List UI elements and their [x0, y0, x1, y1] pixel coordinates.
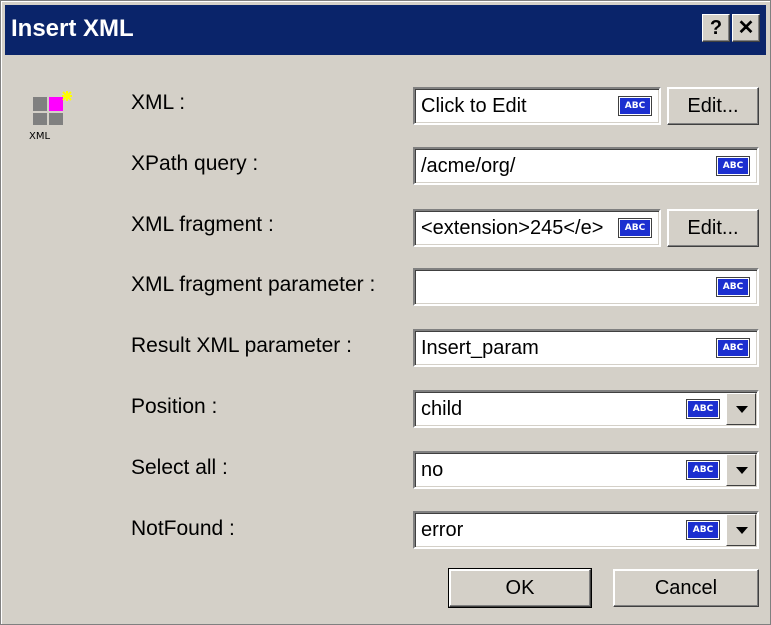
abc-icon[interactable]: ABC: [618, 218, 652, 238]
abc-icon[interactable]: ABC: [686, 520, 720, 540]
abc-icon[interactable]: ABC: [686, 399, 720, 419]
position-label: Position :: [131, 395, 218, 418]
xml-fragment-parameter-field[interactable]: ABC: [413, 268, 759, 306]
xml-fragment-value: <extension>245</e>: [421, 217, 604, 239]
xpath-query-value: /acme/org/: [421, 155, 516, 177]
title-bar[interactable]: Insert XML ? ✕: [5, 5, 766, 55]
xpath-query-field[interactable]: /acme/org/ ABC: [413, 147, 759, 185]
abc-icon[interactable]: ABC: [716, 338, 750, 358]
xml-fragment-edit-button[interactable]: Edit...: [667, 209, 759, 247]
abc-icon[interactable]: ABC: [686, 460, 720, 480]
xml-icon: XML: [29, 91, 72, 142]
close-button[interactable]: ✕: [732, 14, 760, 42]
chevron-down-icon[interactable]: [726, 514, 756, 546]
chevron-down-icon[interactable]: [726, 454, 756, 486]
abc-icon[interactable]: ABC: [618, 96, 652, 116]
not-found-select[interactable]: error ABC: [413, 511, 759, 549]
xml-field-value: Click to Edit: [421, 95, 527, 117]
xml-icon-caption: XML: [29, 131, 50, 142]
xml-field[interactable]: Click to Edit ABC: [413, 87, 661, 125]
dialog-title: Insert XML: [11, 15, 134, 42]
position-select[interactable]: child ABC: [413, 390, 759, 428]
select-all-value: no: [421, 459, 444, 481]
insert-xml-dialog: Insert XML ? ✕ XML XML : Click to Edit A…: [0, 0, 771, 625]
ok-button[interactable]: OK: [448, 568, 592, 608]
xml-fragment-label: XML fragment :: [131, 213, 274, 236]
abc-icon[interactable]: ABC: [716, 156, 750, 176]
select-all-select[interactable]: no ABC: [413, 451, 759, 489]
chevron-down-icon[interactable]: [726, 393, 756, 425]
xml-label: XML :: [131, 91, 186, 114]
position-value: child: [421, 398, 463, 420]
not-found-value: error: [421, 519, 464, 541]
xml-fragment-parameter-label: XML fragment parameter :: [131, 273, 376, 296]
select-all-label: Select all :: [131, 456, 228, 479]
xml-fragment-field[interactable]: <extension>245</e> ABC: [413, 209, 661, 247]
xml-edit-button[interactable]: Edit...: [667, 87, 759, 125]
cancel-button[interactable]: Cancel: [613, 569, 759, 607]
result-xml-parameter-field[interactable]: Insert_param ABC: [413, 329, 759, 367]
xpath-query-label: XPath query :: [131, 152, 259, 175]
result-xml-parameter-value: Insert_param: [421, 337, 539, 359]
not-found-label: NotFound :: [131, 517, 235, 540]
abc-icon[interactable]: ABC: [716, 277, 750, 297]
help-button[interactable]: ?: [702, 14, 730, 42]
result-xml-parameter-label: Result XML parameter :: [131, 334, 352, 357]
